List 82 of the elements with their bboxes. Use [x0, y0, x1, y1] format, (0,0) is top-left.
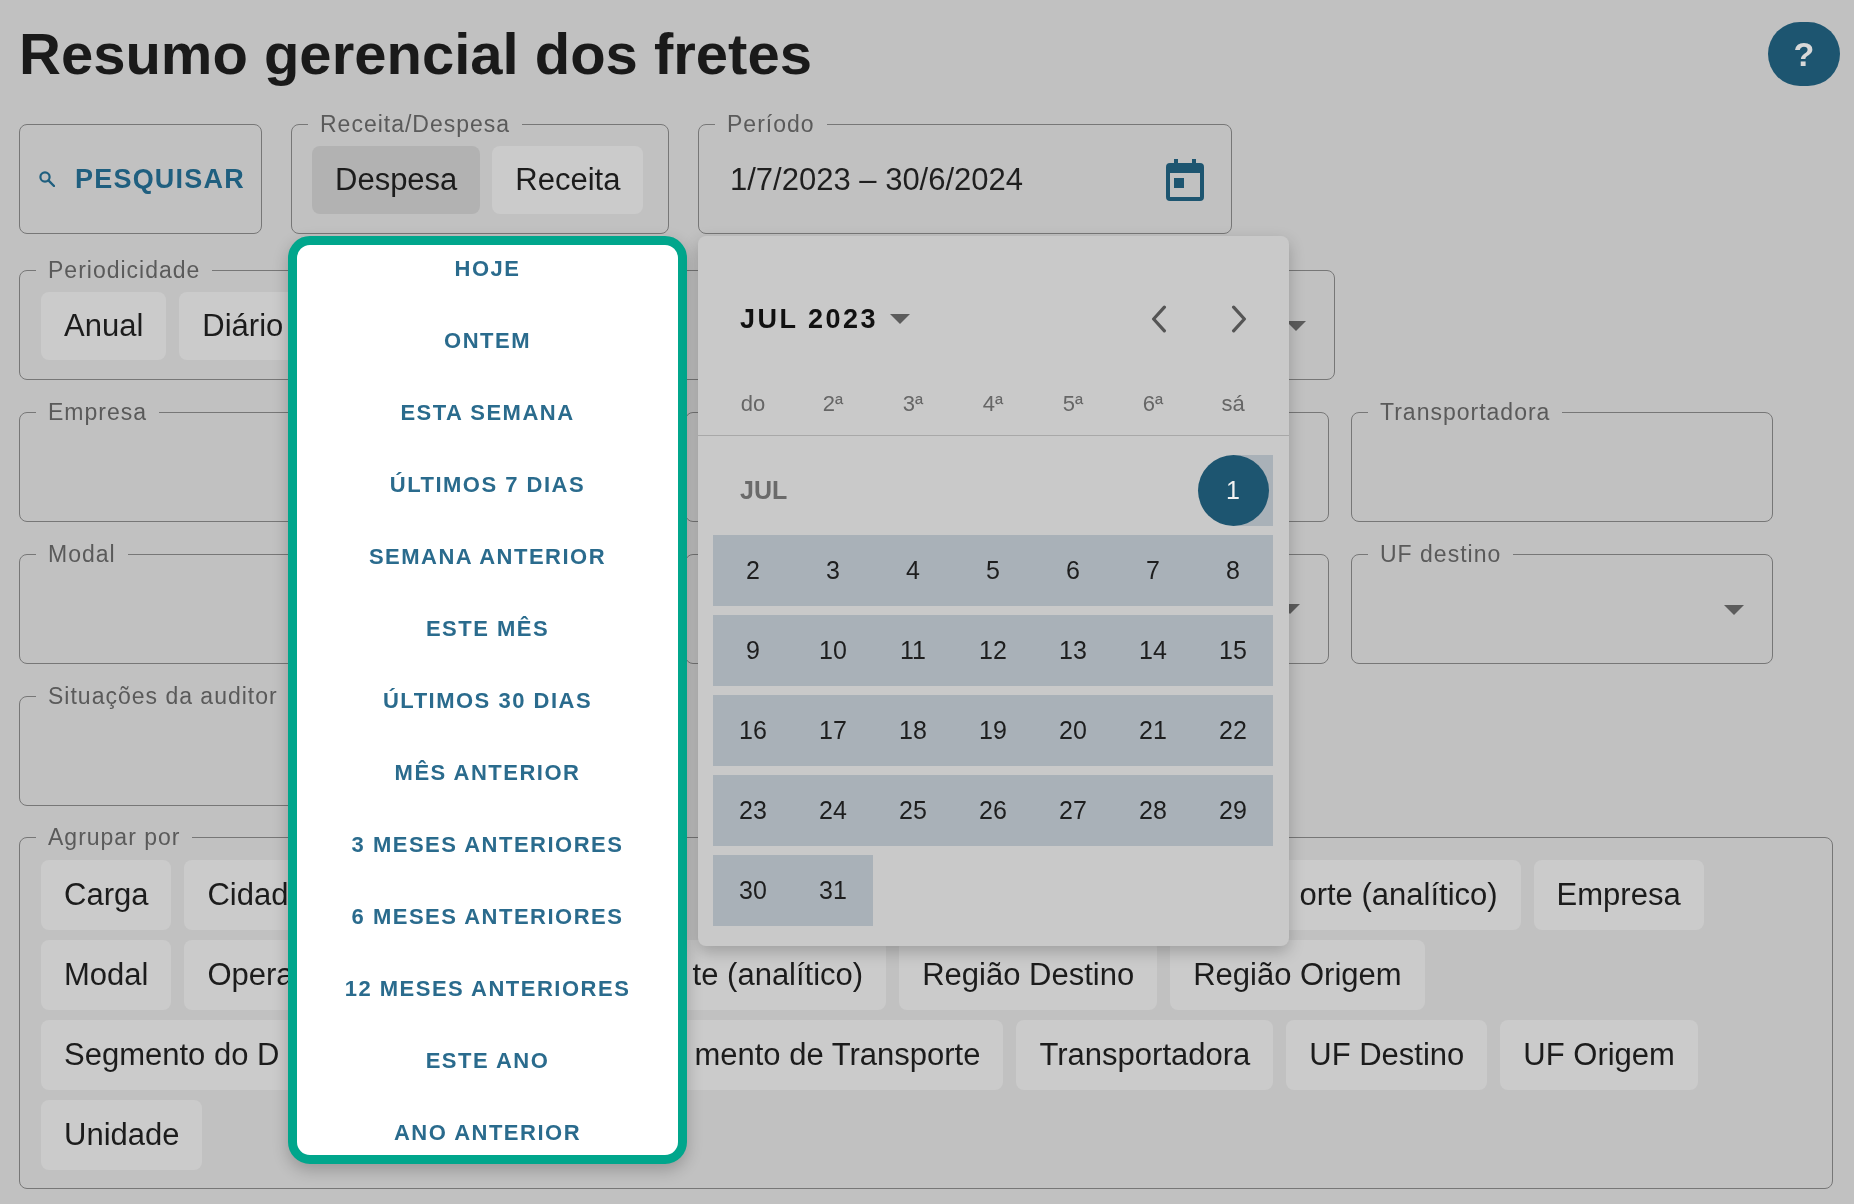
calendar-icon[interactable]	[1166, 159, 1204, 201]
date-preset-option[interactable]: SEMANA ANTERIOR	[297, 533, 678, 579]
text-field[interactable]: Transportadora	[1351, 399, 1773, 522]
field-label: Situações da auditor	[47, 683, 279, 709]
toggle-option[interactable]: Empresa	[1533, 860, 1704, 930]
calendar-day[interactable]: 12	[953, 615, 1033, 686]
calendar-day[interactable]: 21	[1113, 695, 1193, 766]
calendar-day[interactable]: 30	[713, 855, 793, 926]
date-preset-option[interactable]: ÚLTIMOS 30 DIAS	[297, 677, 678, 723]
calendar-day[interactable]: 7	[1113, 535, 1193, 606]
toggle-option[interactable]: Despesa	[312, 146, 481, 214]
calendar-day[interactable]: 27	[1033, 775, 1113, 846]
calendar-day[interactable]: 14	[1113, 615, 1193, 686]
field-label: Período	[726, 111, 816, 137]
field-label: Receita/Despesa	[319, 111, 512, 137]
calendar-day[interactable]: 28	[1113, 775, 1193, 846]
search-button[interactable]: PESQUISAR	[19, 124, 262, 234]
caret-down-icon[interactable]	[1724, 605, 1744, 615]
chevron-right-icon[interactable]	[1231, 305, 1247, 333]
select-field[interactable]: UF destino	[1351, 541, 1773, 664]
calendar-day[interactable]: 8	[1193, 535, 1273, 606]
toggle-option[interactable]: Região Origem	[1170, 940, 1425, 1010]
selected-day[interactable]: 1	[1197, 455, 1269, 526]
calendar-day[interactable]: 22	[1193, 695, 1273, 766]
field-label: Empresa	[47, 399, 149, 425]
caret-down-icon[interactable]	[890, 314, 911, 324]
toggle-option[interactable]: UF Origem	[1500, 1020, 1698, 1090]
weekday-label: 3ª	[902, 389, 924, 418]
calendar-day[interactable]: 19	[953, 695, 1033, 766]
help-button[interactable]: ?	[1768, 22, 1840, 86]
calendar-day[interactable]: 11	[873, 615, 953, 686]
calendar-day[interactable]: 13	[1033, 615, 1113, 686]
weekday-label: 2ª	[822, 389, 844, 418]
toggle-option[interactable]: Receita	[492, 146, 644, 214]
page-title: Resumo gerencial dos fretes	[19, 22, 812, 86]
toggle-option[interactable]: Carga	[41, 860, 172, 930]
search-icon	[39, 171, 55, 187]
calendar-day[interactable]: 17	[793, 695, 873, 766]
calendar-day[interactable]: 31	[793, 855, 873, 926]
date-range-field[interactable]: Período 1/7/2023 – 30/6/2024	[698, 111, 1232, 234]
calendar-day[interactable]: 24	[793, 775, 873, 846]
chevron-left-icon[interactable]	[1151, 305, 1167, 333]
caret-down-icon[interactable]	[1286, 321, 1306, 331]
date-preset-option[interactable]: ESTE MÊS	[297, 605, 678, 651]
date-preset-option[interactable]: ÚLTIMOS 7 DIAS	[297, 461, 678, 507]
calendar-day[interactable]: 18	[873, 695, 953, 766]
toggle-option[interactable]: UF Destino	[1286, 1020, 1488, 1090]
field-label: Modal	[47, 541, 117, 567]
toggle-option[interactable]: Unidade	[41, 1100, 203, 1170]
calendar-day[interactable]: 10	[793, 615, 873, 686]
weekday-label: 5ª	[1062, 389, 1084, 418]
calendar-day[interactable]: 9	[713, 615, 793, 686]
calendar-day[interactable]: 29	[1193, 775, 1273, 846]
date-preset-option[interactable]: ESTA SEMANA	[297, 389, 678, 435]
field-label: Transportadora	[1379, 399, 1552, 425]
calendar-day[interactable]: 2	[713, 535, 793, 606]
field-label: Agrupar por	[47, 824, 182, 850]
month-label: JUL	[739, 474, 789, 506]
calendar-day[interactable]: 20	[1033, 695, 1113, 766]
field-label: UF destino	[1379, 541, 1503, 567]
weekday-label: sá	[1221, 389, 1245, 418]
toggle-option[interactable]: Anual	[41, 292, 167, 360]
calendar-day[interactable]: 4	[873, 535, 953, 606]
toggle-option[interactable]: Transportadora	[1016, 1020, 1274, 1090]
date-range-value: 1/7/2023 – 30/6/2024	[730, 160, 1024, 199]
weekday-label: do	[740, 389, 766, 418]
calendar-day[interactable]: 5	[953, 535, 1033, 606]
calendar-day[interactable]: 3	[793, 535, 873, 606]
date-preset-option[interactable]: ANO ANTERIOR	[297, 1109, 678, 1155]
calendar-day[interactable]: 23	[713, 775, 793, 846]
calendar-day[interactable]: 16	[713, 695, 793, 766]
calendar-day[interactable]: 15	[1193, 615, 1273, 686]
toggle-option[interactable]: Modal	[41, 940, 172, 1010]
field-label: Periodicidade	[47, 257, 202, 283]
date-preset-option[interactable]: MÊS ANTERIOR	[297, 749, 678, 795]
month-year-selector[interactable]: JUL 2023	[740, 298, 911, 340]
weekday-label: 6ª	[1142, 389, 1164, 418]
weekday-label: 4ª	[982, 389, 1004, 418]
calendar-day[interactable]: 26	[953, 775, 1033, 846]
calendar-day[interactable]: 6	[1033, 535, 1113, 606]
calendar-day[interactable]: 25	[873, 775, 953, 846]
date-preset-option[interactable]: HOJE	[297, 245, 678, 291]
